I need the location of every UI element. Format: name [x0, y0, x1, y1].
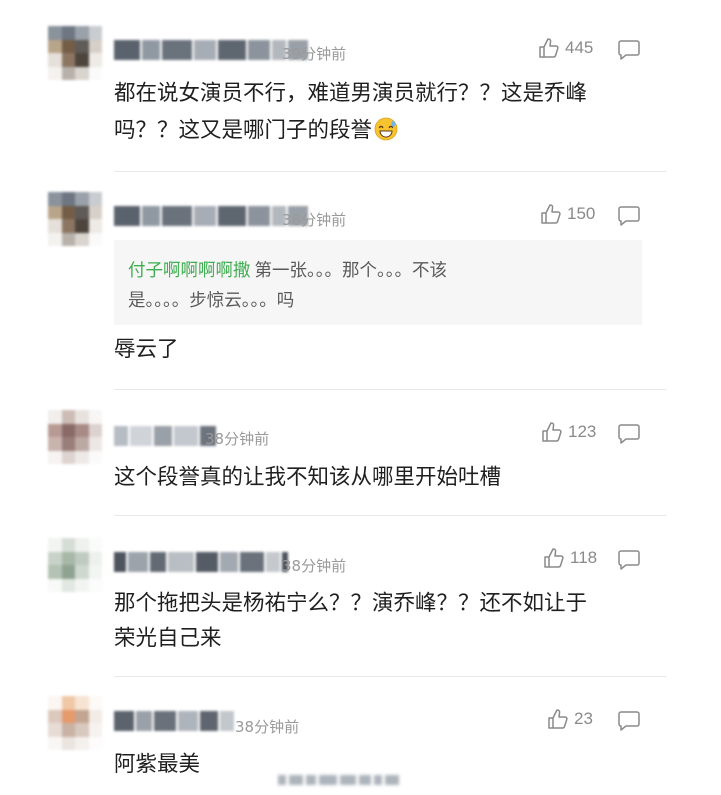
thumbs-up-icon: [538, 37, 560, 59]
like-button[interactable]: 123: [541, 421, 596, 443]
like-button[interactable]: 23: [547, 708, 593, 730]
comment-text-segment: 吗？？这又是哪门子的段誉: [114, 118, 373, 143]
avatar[interactable]: [48, 410, 102, 464]
comment-text-line: 那个拖把头是杨祐宁么？？演乔峰？？还不如让于: [114, 591, 588, 616]
timestamp: 38分钟前: [282, 557, 347, 575]
like-count: 23: [574, 709, 593, 728]
reply-icon[interactable]: [617, 39, 641, 65]
quoted-reply[interactable]: 付子啊啊啊啊撒 第一张。。。那个。。。不该 是。。。。步惊云。。。吗: [114, 240, 642, 325]
avatar[interactable]: [48, 538, 102, 592]
comment-text-line: 都在说女演员不行，难道男演员就行？？这是乔峰: [114, 81, 588, 106]
comment-text-line: 吗？？这又是哪门子的段誉: [114, 114, 398, 148]
comment-text-line: 阿紫最美: [114, 752, 201, 777]
like-count: 445: [565, 38, 594, 57]
timestamp: 38分钟前: [235, 718, 300, 736]
avatar[interactable]: [48, 696, 102, 750]
like-button[interactable]: 118: [543, 547, 597, 569]
like-count: 123: [568, 422, 597, 441]
quote-line: 是。。。。步惊云。。。吗: [128, 291, 295, 311]
username-blurred[interactable]: [114, 206, 308, 226]
reply-icon[interactable]: [617, 423, 641, 449]
watermark-blurred: [278, 775, 399, 787]
thumbs-up-icon: [543, 547, 565, 569]
thumbs-up-icon: [547, 708, 569, 730]
reply-icon[interactable]: [617, 549, 641, 575]
like-button[interactable]: 445: [538, 37, 593, 59]
reply-icon[interactable]: [617, 710, 641, 736]
avatar[interactable]: [48, 26, 102, 80]
comment-text-line: 辱云了: [114, 337, 179, 362]
comment-text-line: 这个段誉真的让我不知该从哪里开始吐槽: [114, 465, 502, 490]
like-count: 150: [567, 204, 596, 223]
quote-text: 第一张。。。那个。。。不该: [254, 261, 448, 281]
like-button[interactable]: 150: [540, 203, 595, 225]
username-blurred[interactable]: [114, 711, 234, 731]
sweat-smile-emoji-icon: [374, 117, 398, 141]
username-blurred[interactable]: [114, 552, 288, 572]
timestamp: 38分钟前: [205, 430, 270, 448]
timestamp: 38分钟前: [282, 211, 347, 229]
username-blurred[interactable]: [114, 40, 308, 60]
comment-text-line: 荣光自己来: [114, 626, 222, 651]
thumbs-up-icon: [540, 203, 562, 225]
reply-icon[interactable]: [617, 205, 641, 231]
timestamp: 39分钟前: [282, 45, 347, 63]
quote-author[interactable]: 付子啊啊啊啊撒: [128, 261, 251, 281]
username-blurred[interactable]: [114, 426, 216, 446]
comment-divider: [114, 171, 666, 172]
comment-divider: [114, 389, 666, 390]
thumbs-up-icon: [541, 421, 563, 443]
comment-divider: [114, 676, 666, 677]
avatar[interactable]: [48, 192, 102, 246]
comment-divider: [114, 515, 666, 516]
quote-line: 付子啊啊啊啊撒 第一张。。。那个。。。不该: [128, 257, 447, 282]
like-count: 118: [570, 548, 598, 567]
